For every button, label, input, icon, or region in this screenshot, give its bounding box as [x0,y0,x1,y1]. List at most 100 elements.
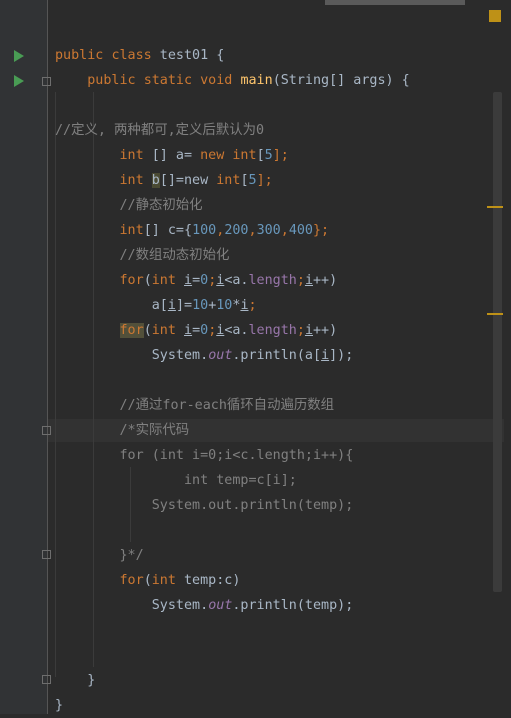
code-line[interactable]: int b[]=new int[5]; [55,168,273,193]
code-token: length [248,273,297,288]
fold-icon[interactable] [42,675,51,684]
code-token: System. [55,598,209,613]
code-token: int [119,148,144,163]
code-token: ]); [329,348,354,363]
code-token: 200 [224,223,249,238]
code-line[interactable]: int [] a= new int[5]; [55,143,289,168]
code-token: ( [143,323,152,338]
code-line[interactable]: for (int i=0;i<c.length;i++){ [55,443,354,468]
code-line[interactable]: int temp=c[i]; [55,468,297,493]
code-token: System.out.println(temp); [151,498,354,513]
code-line[interactable]: System.out.println(temp); [55,493,354,518]
code-token: []=new [159,173,217,188]
fold-icon[interactable] [42,550,51,559]
code-line[interactable]: public class test01 { [55,43,224,68]
code-token: = [192,273,201,288]
code-line[interactable]: //静态初始化 [55,193,203,218]
code-token: 10 [192,298,209,313]
code-token: ++) [313,273,338,288]
code-token: }*/ [119,548,144,563]
fold-icon[interactable] [42,77,51,86]
code-token: public [55,48,104,63]
top-scrollbar[interactable] [325,0,465,5]
code-token: //静态初始化 [119,198,203,213]
code-token: ]= [175,298,193,313]
code-line[interactable]: } [55,693,63,718]
code-token: //通过for-each循环自动遍历数组 [119,398,335,413]
code-token: int [216,173,241,188]
code-line[interactable]: public static void main(String[] args) { [55,68,410,93]
code-token: //定义, 两种都可,定义后默认为0 [55,123,265,138]
run-main-icon[interactable] [14,75,24,87]
code-token: for [119,323,144,338]
code-token: new [200,148,225,163]
code-token: ; [296,323,305,338]
code-token: (String[] args) { [272,73,410,88]
code-token: 400 [288,223,313,238]
code-token: length [248,323,297,338]
code-line[interactable]: //定义, 两种都可,定义后默认为0 [55,118,264,143]
code-token: } [55,698,64,713]
code-token: temp:c) [175,573,241,588]
code-token: 5 [248,173,257,188]
warning-marker[interactable] [487,313,503,315]
warning-marker[interactable] [487,206,503,208]
code-line[interactable]: //数组动态初始化 [55,243,230,268]
code-token: 0 [200,273,209,288]
code-line[interactable]: for(int i=0;i<a.length;i++) [55,318,337,343]
code-token: for [119,273,144,288]
code-token: , [280,223,289,238]
code-token: System. [55,348,209,363]
code-token: [ [240,173,249,188]
code-token: .println(temp); [232,598,354,613]
code-token: i [167,298,176,313]
code-token: i [304,323,313,338]
code-line[interactable]: /*实际代码 [55,418,190,443]
inspection-warning-icon[interactable] [489,10,501,22]
code-token: b [151,173,160,188]
code-token: } [55,673,96,688]
code-token: out [208,598,233,613]
code-token: public [87,73,136,88]
fold-icon[interactable] [42,426,51,435]
code-token: [] a= [143,148,201,163]
code-line[interactable]: int[] c={100,200,300,400}; [55,218,330,243]
code-line[interactable]: System.out.println(temp); [55,593,354,618]
code-token: int [232,148,257,163]
code-token: }; [313,223,330,238]
code-line[interactable]: a[i]=10+10*i; [55,293,257,318]
code-line[interactable]: } [55,668,95,693]
code-line[interactable]: //通过for-each循环自动遍历数组 [55,393,335,418]
code-line[interactable]: for(int temp:c) [55,568,241,593]
code-token: ; [248,298,257,313]
code-token: .println(a[ [232,348,322,363]
run-class-icon[interactable] [14,50,24,62]
code-token: int [119,173,144,188]
code-token: 5 [264,148,273,163]
code-line[interactable]: }*/ [55,543,144,568]
code-token: 10 [216,298,233,313]
code-token: 100 [192,223,217,238]
code-token: int [151,323,176,338]
code-token: <a. [224,323,249,338]
code-token: /*实际代码 [119,423,190,438]
code-token: i [184,273,193,288]
vertical-scrollbar[interactable] [493,92,502,592]
code-token: ]; [272,148,289,163]
code-token: for [119,573,144,588]
code-line[interactable]: System.out.println(a[i]); [55,343,354,368]
code-line[interactable]: for(int i=0;i<a.length;i++) [55,268,338,293]
code-token: ( [143,273,152,288]
code-token: void [200,73,233,88]
